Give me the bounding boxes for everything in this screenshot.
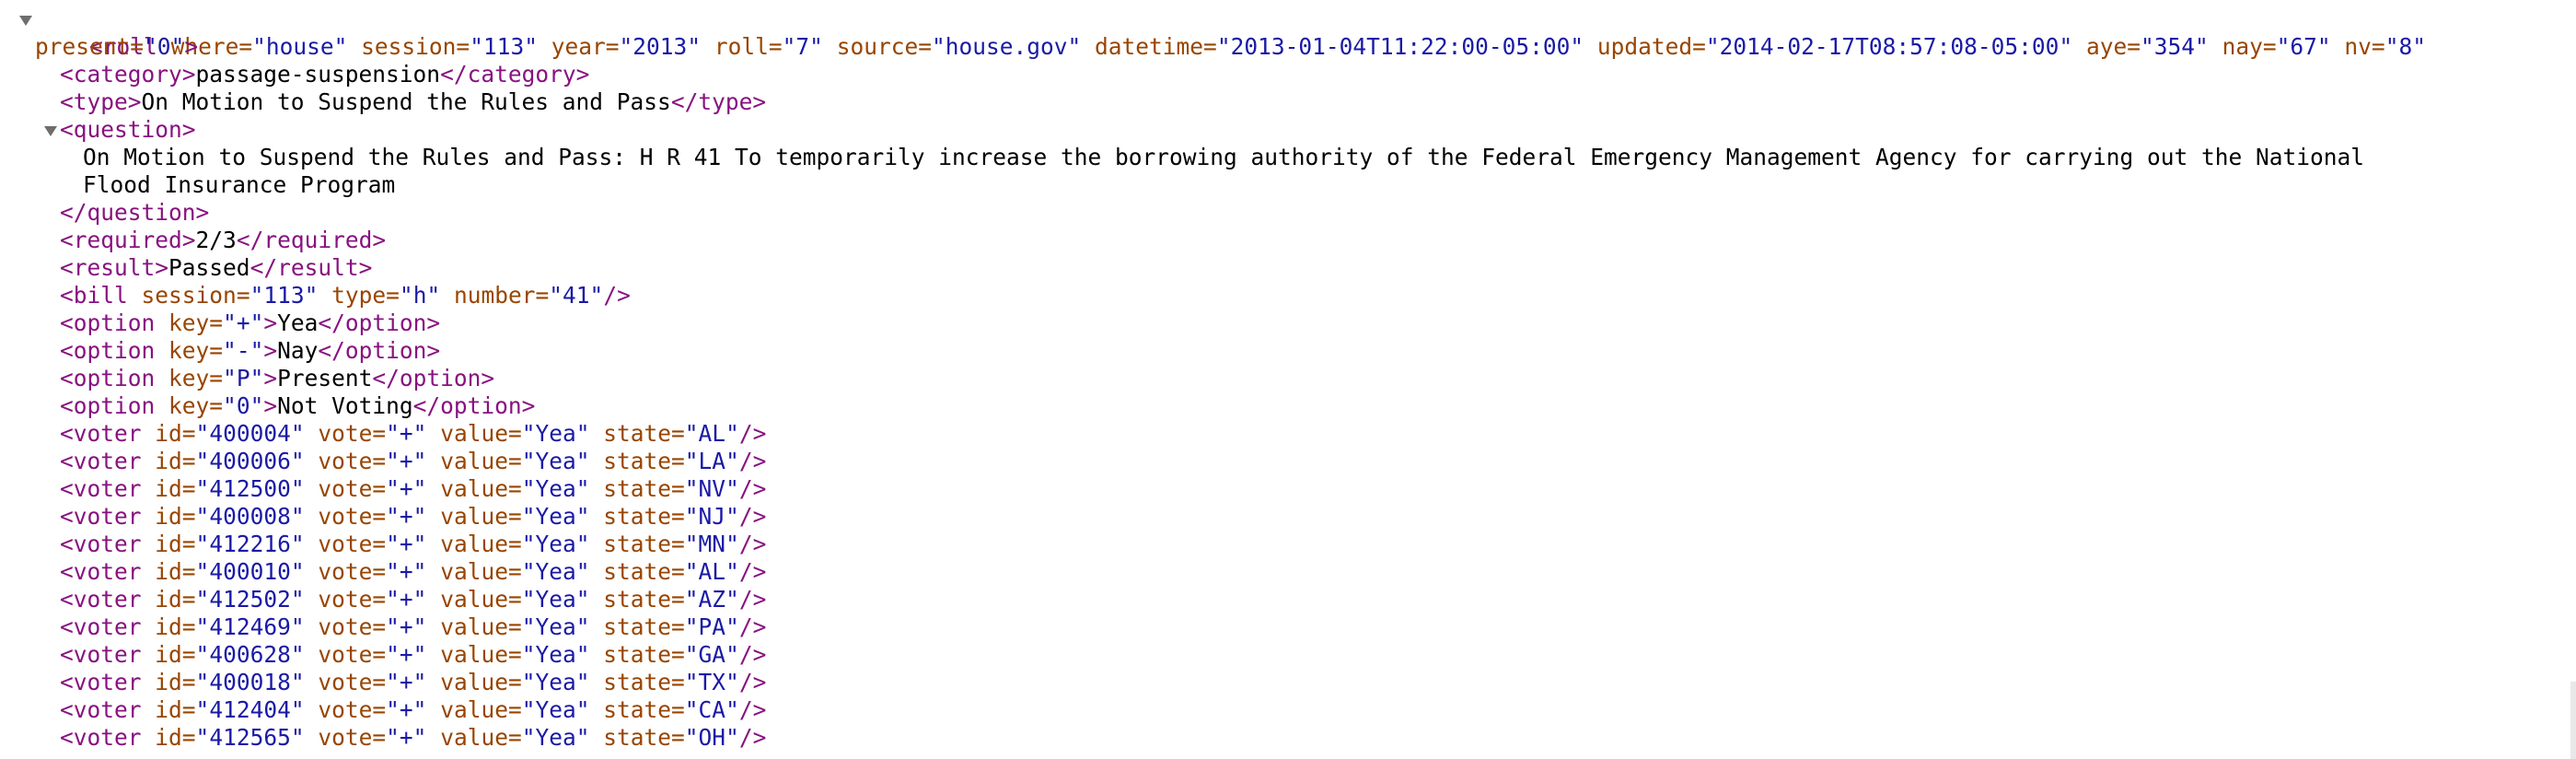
- category-text: passage-suspension: [195, 61, 441, 88]
- question-text-line-2: Flood Insurance Program: [83, 171, 396, 198]
- scrollbar-edge[interactable]: [2570, 682, 2576, 759]
- voter-element: <voter id="400004" vote="+" value="Yea" …: [60, 420, 767, 447]
- required-element: <required>2/3</required>: [60, 227, 387, 253]
- voter-element: <voter id="412565" vote="+" value="Yea" …: [60, 724, 767, 751]
- result-element: <result>Passed</result>: [60, 254, 373, 281]
- bill-element: <bill session="113" type="h" number="41"…: [60, 282, 631, 309]
- question-close-tag: </question>: [60, 199, 210, 226]
- xml-tree-viewer: <roll where="house" session="113" year="…: [0, 6, 2559, 752]
- option-element: <option key="0">Not Voting</option>: [60, 392, 536, 419]
- voter-element: <voter id="400006" vote="+" value="Yea" …: [60, 448, 767, 474]
- voter-element: <voter id="400008" vote="+" value="Yea" …: [60, 503, 767, 530]
- required-text: 2/3: [195, 227, 237, 253]
- voter-element: <voter id="412502" vote="+" value="Yea" …: [60, 586, 767, 613]
- voter-list: <voter id="400004" vote="+" value="Yea" …: [0, 420, 2559, 752]
- option-list: <option key="+">Yea</option> <option key=…: [0, 309, 2559, 420]
- voter-element: <voter id="400628" vote="+" value="Yea" …: [60, 641, 767, 668]
- roll-open-tag[interactable]: <roll where="house" session="113" year="…: [0, 6, 2559, 60]
- collapse-question-icon[interactable]: [41, 116, 59, 144]
- roll-open-tag-continued: present="0">: [35, 33, 199, 60]
- question-open-tag[interactable]: <question>: [0, 116, 2559, 144]
- voter-element: <voter id="412469" vote="+" value="Yea" …: [60, 613, 767, 640]
- type-text: On Motion to Suspend the Rules and Pass: [141, 88, 671, 115]
- result-text: Passed: [168, 254, 250, 281]
- voter-element: <voter id="400010" vote="+" value="Yea" …: [60, 558, 767, 585]
- option-element: <option key="P">Present</option>: [60, 365, 495, 391]
- option-element: <option key="-">Nay</option>: [60, 337, 441, 364]
- option-element: <option key="+">Yea</option>: [60, 309, 441, 336]
- roll-attr: present="0": [35, 33, 185, 60]
- collapse-roll-icon[interactable]: [16, 6, 34, 33]
- voter-element: <voter id="412500" vote="+" value="Yea" …: [60, 475, 767, 502]
- question-text-line-1: On Motion to Suspend the Rules and Pass:…: [83, 144, 2365, 170]
- voter-element: <voter id="412216" vote="+" value="Yea" …: [60, 531, 767, 557]
- voter-element: <voter id="400018" vote="+" value="Yea" …: [60, 669, 767, 695]
- type-element: <type>On Motion to Suspend the Rules and…: [60, 88, 767, 115]
- voter-element: <voter id="412404" vote="+" value="Yea" …: [60, 696, 767, 723]
- category-element: <category>passage-suspension</category>: [60, 61, 590, 88]
